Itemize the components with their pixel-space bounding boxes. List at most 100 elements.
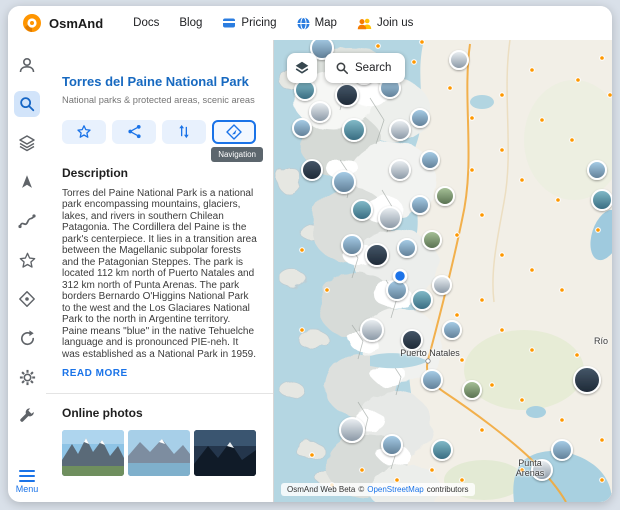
poi-dot[interactable]	[600, 438, 605, 443]
map-canvas[interactable]	[274, 40, 612, 502]
sidebar-item-settings[interactable]	[14, 364, 40, 390]
sidebar-item-tracks[interactable]	[14, 208, 40, 234]
nav-blog[interactable]: Blog	[179, 17, 202, 29]
read-more-link[interactable]: READ MORE	[62, 368, 128, 379]
poi-dot[interactable]	[576, 78, 581, 83]
poi-dot[interactable]	[560, 418, 565, 423]
photo-marker[interactable]	[310, 102, 330, 122]
poi-dot[interactable]	[460, 358, 465, 363]
sidebar-item-profile[interactable]	[14, 52, 40, 78]
poi-dot[interactable]	[395, 478, 400, 483]
nav-map[interactable]: Map	[297, 17, 337, 30]
photo-marker[interactable]	[333, 171, 355, 193]
photo-marker[interactable]	[366, 244, 388, 266]
photo-marker[interactable]	[588, 161, 606, 179]
photo-marker[interactable]	[398, 239, 416, 257]
favorite-button[interactable]	[62, 120, 106, 144]
photo-marker[interactable]	[402, 330, 422, 350]
photo-marker[interactable]	[336, 84, 358, 106]
sidebar-item-menu[interactable]: Menu	[16, 470, 39, 494]
poi-dot[interactable]	[530, 68, 535, 73]
sidebar-item-map-markers[interactable]	[14, 286, 40, 312]
poi-dot[interactable]	[360, 468, 365, 473]
photo-marker[interactable]	[343, 119, 365, 141]
poi-dot[interactable]	[448, 86, 453, 91]
sidebar-item-navigation[interactable]	[14, 169, 40, 195]
poi-dot[interactable]	[490, 383, 495, 388]
photo-marker[interactable]	[302, 160, 322, 180]
poi-dot[interactable]	[300, 328, 305, 333]
poi-dot[interactable]	[325, 288, 330, 293]
poi-dot[interactable]	[480, 213, 485, 218]
photo-marker[interactable]	[342, 235, 362, 255]
selected-poi-marker[interactable]	[394, 270, 406, 282]
poi-dot[interactable]	[570, 138, 575, 143]
photo-marker[interactable]	[552, 440, 572, 460]
poi-dot[interactable]	[300, 248, 305, 253]
poi-dot[interactable]	[556, 198, 561, 203]
photo-marker[interactable]	[340, 418, 364, 442]
poi-dot[interactable]	[480, 298, 485, 303]
navigation-button[interactable]	[212, 120, 256, 144]
poi-dot[interactable]	[530, 268, 535, 273]
poi-dot[interactable]	[470, 168, 475, 173]
poi-dot[interactable]	[600, 478, 605, 483]
poi-dot[interactable]	[420, 40, 425, 44]
photo-marker[interactable]	[411, 196, 429, 214]
photo-marker[interactable]	[592, 190, 612, 210]
poi-dot[interactable]	[376, 44, 381, 49]
photo-marker[interactable]	[432, 440, 452, 460]
poi-dot[interactable]	[470, 116, 475, 121]
poi-dot[interactable]	[310, 453, 315, 458]
poi-dot[interactable]	[596, 228, 601, 233]
photo-marker[interactable]	[361, 319, 383, 341]
online-photo-thumbnail[interactable]	[194, 430, 256, 476]
sidebar-item-layers[interactable]	[14, 130, 40, 156]
map-search-button[interactable]: Search	[325, 53, 405, 83]
poi-dot[interactable]	[455, 313, 460, 318]
photo-marker[interactable]	[436, 187, 454, 205]
photo-marker[interactable]	[433, 276, 451, 294]
poi-dot[interactable]	[480, 428, 485, 433]
share-button[interactable]	[112, 120, 156, 144]
photo-marker[interactable]	[382, 435, 402, 455]
photo-marker[interactable]	[422, 370, 442, 390]
poi-dot[interactable]	[600, 56, 605, 61]
poi-dot[interactable]	[520, 398, 525, 403]
online-photo-thumbnail[interactable]	[128, 430, 190, 476]
nav-pricing[interactable]: Pricing	[222, 17, 276, 29]
photo-marker[interactable]	[295, 80, 315, 100]
photo-marker[interactable]	[450, 51, 468, 69]
photo-marker[interactable]	[412, 290, 432, 310]
poi-dot[interactable]	[500, 328, 505, 333]
sidebar-item-search[interactable]	[14, 91, 40, 117]
poi-dot[interactable]	[460, 478, 465, 483]
poi-dot[interactable]	[500, 253, 505, 258]
poi-dot[interactable]	[520, 468, 525, 473]
photo-marker[interactable]	[387, 280, 407, 300]
poi-dot[interactable]	[412, 60, 417, 65]
map-viewport[interactable]: Search Puerto Natales Punta Arenas Río O…	[274, 40, 612, 502]
poi-dot[interactable]	[560, 288, 565, 293]
poi-dot[interactable]	[540, 118, 545, 123]
distance-button[interactable]	[162, 120, 206, 144]
poi-dot[interactable]	[430, 468, 435, 473]
nav-docs[interactable]: Docs	[133, 17, 159, 29]
poi-dot[interactable]	[500, 148, 505, 153]
openstreetmap-link[interactable]: OpenStreetMap	[367, 485, 423, 494]
online-photo-thumbnail[interactable]	[62, 430, 124, 476]
photo-marker[interactable]	[390, 120, 410, 140]
osmand-brand[interactable]: OsmAnd	[22, 13, 103, 33]
sidebar-item-favorites[interactable]	[14, 247, 40, 273]
poi-dot[interactable]	[520, 178, 525, 183]
photo-marker[interactable]	[293, 119, 311, 137]
map-layers-button[interactable]	[287, 53, 317, 83]
photo-marker[interactable]	[574, 367, 600, 393]
poi-dot[interactable]	[575, 353, 580, 358]
photo-marker[interactable]	[443, 321, 461, 339]
sidebar-item-plan-route[interactable]	[14, 325, 40, 351]
poi-dot[interactable]	[608, 93, 612, 98]
photo-marker[interactable]	[532, 460, 552, 480]
poi-dot[interactable]	[455, 233, 460, 238]
photo-marker[interactable]	[390, 160, 410, 180]
